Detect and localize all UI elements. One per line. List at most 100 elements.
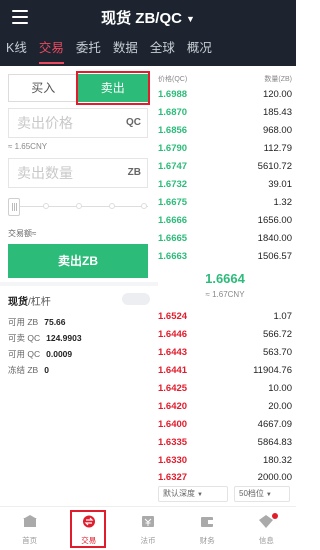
- levels-select[interactable]: 50档位 ▼: [234, 486, 290, 502]
- balance-row: 可用 QC 0.0009: [8, 348, 72, 360]
- ask-qty: 1.32: [273, 197, 293, 208]
- section-divider: [0, 282, 158, 286]
- amount-slider[interactable]: [8, 198, 148, 216]
- trade-amount-label: 交易额≈: [8, 229, 37, 238]
- ask-row[interactable]: 1.6988 120.00: [158, 86, 292, 103]
- price-field[interactable]: QC: [8, 108, 148, 138]
- balance-row: 可用 ZB 75.66: [8, 316, 66, 328]
- fiat-icon: [142, 516, 154, 527]
- market-title-text: 现货 ZB/QC: [101, 10, 182, 27]
- bid-row[interactable]: 1.6443 563.70: [158, 344, 292, 361]
- ask-row[interactable]: 1.6747 5610.72: [158, 158, 292, 175]
- slider-mark-25[interactable]: [43, 203, 49, 209]
- price-column-header: 价格(QC): [158, 76, 188, 83]
- caret-down-icon: ▼: [265, 492, 272, 498]
- order-book-header: 价格(QC) 数量(ZB): [158, 74, 292, 84]
- nav-fiat[interactable]: 法币: [118, 507, 177, 550]
- bid-row[interactable]: 1.6524 1.07: [158, 308, 292, 325]
- bid-qty: 180.32: [262, 455, 292, 466]
- bid-row[interactable]: 1.6330 180.32: [158, 452, 292, 469]
- tab-trade[interactable]: 交易: [33, 36, 70, 66]
- market-title[interactable]: 现货 ZB/QC ▼: [0, 7, 296, 28]
- tab-overview[interactable]: 概况: [181, 36, 218, 66]
- ask-row[interactable]: 1.6675 1.32: [158, 194, 292, 211]
- bid-qty: 2000.00: [257, 472, 292, 483]
- ask-price: 1.6856: [158, 125, 188, 136]
- ask-price: 1.6666: [158, 215, 188, 226]
- balance-label: 可卖 QC: [8, 333, 41, 343]
- bid-price: 1.6327: [158, 472, 188, 483]
- ask-qty: 1656.00: [257, 215, 292, 226]
- ask-row[interactable]: 1.6790 112.79: [158, 140, 292, 157]
- tab-orders[interactable]: 委托: [70, 36, 107, 66]
- finance-icon: [201, 517, 214, 527]
- order-book-options: 默认深度 ▼ 50档位 ▼: [158, 486, 292, 502]
- nav-label: 财务: [199, 536, 215, 545]
- margin-toggle[interactable]: [122, 293, 150, 305]
- bid-row[interactable]: 1.6441 11904.76: [158, 362, 292, 379]
- ask-row[interactable]: 1.6732 39.01: [158, 176, 292, 193]
- ask-row[interactable]: 1.6870 185.43: [158, 104, 292, 121]
- balance-label: 可用 QC: [8, 349, 41, 359]
- spot-text: 现货: [8, 297, 28, 308]
- price-input[interactable]: [9, 109, 119, 137]
- bid-row[interactable]: 1.6335 5864.83: [158, 434, 292, 451]
- nav-label: 首页: [22, 536, 38, 545]
- buy-button[interactable]: 买入: [8, 74, 78, 102]
- depth-select-value: 默认深度: [163, 489, 195, 498]
- balance-label: 冻结 ZB: [8, 365, 39, 375]
- ask-row[interactable]: 1.6666 1656.00: [158, 212, 292, 229]
- ask-row[interactable]: 1.6665 1840.00: [158, 230, 292, 247]
- balance-row: 冻结 ZB 0: [8, 364, 49, 376]
- bid-row[interactable]: 1.6400 4667.09: [158, 416, 292, 433]
- slider-handle[interactable]: [8, 198, 20, 216]
- ask-price: 1.6747: [158, 161, 188, 172]
- ask-price: 1.6663: [158, 251, 188, 262]
- nav-info[interactable]: 信息: [237, 507, 296, 550]
- ask-row[interactable]: 1.6663 1506.57: [158, 248, 292, 265]
- nav-finance[interactable]: 财务: [178, 507, 237, 550]
- home-icon: [22, 515, 37, 527]
- ask-row[interactable]: 1.6856 968.00: [158, 122, 292, 139]
- ask-price: 1.6988: [158, 89, 188, 100]
- ask-qty: 968.00: [262, 125, 292, 136]
- ask-price: 1.6870: [158, 107, 188, 118]
- bid-row[interactable]: 1.6446 566.72: [158, 326, 292, 343]
- bid-price: 1.6420: [158, 401, 188, 412]
- tab-global[interactable]: 全球: [144, 36, 181, 66]
- balance-value: 0.0009: [46, 349, 73, 359]
- ask-price: 1.6790: [158, 143, 188, 154]
- bid-qty: 20.00: [268, 401, 292, 412]
- bid-row[interactable]: 1.6327 2000.00: [158, 469, 292, 486]
- bid-row[interactable]: 1.6420 20.00: [158, 398, 292, 415]
- bid-price: 1.6446: [158, 329, 188, 340]
- bid-qty: 11904.76: [253, 365, 292, 376]
- ask-qty: 5610.72: [257, 161, 292, 172]
- bid-price: 1.6400: [158, 419, 188, 430]
- amount-field[interactable]: ZB: [8, 158, 148, 188]
- balance-value: 75.66: [44, 317, 66, 327]
- top-tabs: K线 交易 委托 数据 全球 概况: [0, 36, 218, 66]
- slider-mark-75[interactable]: [109, 203, 115, 209]
- nav-home[interactable]: 首页: [0, 507, 59, 550]
- ask-qty: 39.01: [268, 179, 292, 190]
- margin-text: /杠杆: [28, 297, 51, 308]
- price-cny: ≈ 1.65CNY: [8, 142, 48, 151]
- caret-down-icon: ▼: [197, 492, 203, 498]
- balance-row: 可卖 QC 124.9903: [8, 332, 82, 344]
- amount-input[interactable]: [9, 159, 119, 187]
- bid-qty: 5864.83: [257, 437, 292, 448]
- ask-qty: 112.79: [263, 143, 292, 154]
- depth-select[interactable]: 默认深度 ▼: [158, 486, 228, 502]
- qty-column-header: 数量(ZB): [264, 76, 292, 83]
- tab-data[interactable]: 数据: [107, 36, 144, 66]
- slider-mark-50[interactable]: [76, 203, 82, 209]
- slider-mark-100[interactable]: [141, 203, 147, 209]
- tab-kline[interactable]: K线: [0, 36, 33, 66]
- sell-zb-button[interactable]: 卖出ZB: [8, 244, 148, 278]
- bid-row[interactable]: 1.6425 10.00: [158, 380, 292, 397]
- balance-value: 124.9903: [46, 333, 82, 343]
- bid-qty: 1.07: [273, 311, 293, 322]
- sell-highlight-box: [76, 71, 150, 105]
- order-book: 价格(QC) 数量(ZB) 1.6988 120.00 1.6870 185.43 …: [158, 66, 296, 506]
